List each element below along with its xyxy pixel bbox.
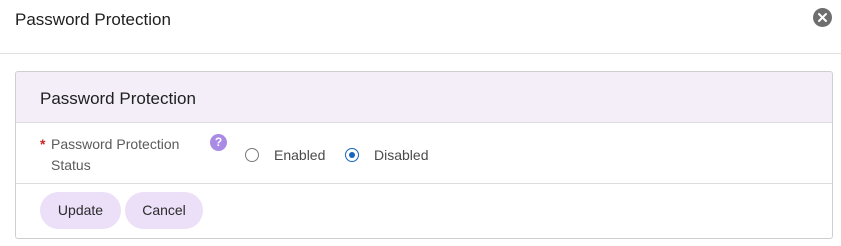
- radio-disabled[interactable]: Disabled: [345, 144, 440, 166]
- close-icon[interactable]: [813, 8, 832, 27]
- field-label: Password Protection Status: [51, 136, 180, 173]
- radio-disabled-label: Disabled: [374, 147, 429, 163]
- radio-checked-icon[interactable]: [345, 148, 359, 162]
- password-protection-status-row: * Password Protection Status ? Enabled D…: [16, 123, 832, 184]
- card-header: Password Protection: [16, 72, 832, 123]
- radio-enabled[interactable]: Enabled: [245, 144, 335, 166]
- cancel-button[interactable]: Cancel: [125, 192, 203, 229]
- dialog-title: Password Protection: [15, 10, 171, 29]
- card-footer: Update Cancel: [16, 184, 832, 238]
- card-title: Password Protection: [40, 89, 196, 108]
- radio-unchecked-icon[interactable]: [245, 148, 259, 162]
- update-button[interactable]: Update: [40, 192, 121, 229]
- radio-dot: [348, 151, 355, 158]
- radio-enabled-label: Enabled: [274, 147, 326, 163]
- password-protection-card: Password Protection * Password Protectio…: [15, 71, 833, 239]
- help-icon[interactable]: ?: [210, 134, 227, 151]
- required-mark: *: [40, 136, 46, 152]
- dialog-header: Password Protection: [0, 0, 841, 54]
